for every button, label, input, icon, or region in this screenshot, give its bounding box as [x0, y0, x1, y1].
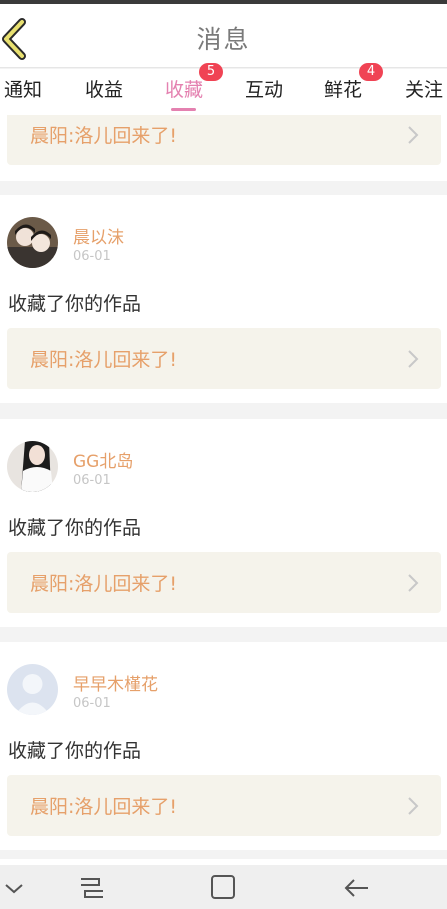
default-avatar-icon[interactable]	[7, 664, 58, 715]
work-title: 晨阳:洛儿回来了!	[30, 796, 178, 818]
work-link[interactable]: 晨阳:洛儿回来了!	[7, 552, 441, 613]
work-link[interactable]: 晨阳:洛儿回来了!	[7, 775, 441, 836]
work-title: 晨阳:洛儿回来了!	[30, 125, 178, 147]
page-title: 消息	[196, 25, 251, 54]
back-nav-button[interactable]	[342, 875, 372, 901]
tab-label: 关注	[405, 79, 444, 101]
favorites-badge: 5	[199, 63, 223, 81]
tab-notifications[interactable]: 通知	[4, 69, 42, 115]
action-text: 收藏了你的作品	[8, 740, 142, 762]
tab-label: 鲜花	[324, 79, 363, 101]
action-text: 收藏了你的作品	[8, 517, 142, 539]
recent-apps-icon	[81, 878, 103, 898]
list-item: 晨阳:洛儿回来了!	[0, 115, 447, 181]
flowers-badge: 4	[359, 63, 383, 81]
avatar[interactable]	[7, 441, 58, 492]
work-link[interactable]: 晨阳:洛儿回来了!	[7, 115, 441, 165]
tab-flowers[interactable]: 鲜花	[324, 69, 362, 115]
action-text: 收藏了你的作品	[8, 293, 142, 315]
chevron-right-icon	[408, 350, 419, 368]
back-icon	[344, 879, 368, 897]
list-item: 早早木槿花 06-01 收藏了你的作品 晨阳:洛儿回来了!	[0, 642, 447, 850]
tab-bar: 通知 收益 收藏 5 互动 鲜花 4 关注	[0, 63, 447, 115]
work-link[interactable]: 晨阳:洛儿回来了!	[7, 328, 441, 389]
timestamp: 06-01	[73, 473, 111, 488]
chevron-down-icon	[5, 884, 23, 894]
list-item: 晨以沫 06-01 收藏了你的作品 晨阳:洛儿回来了!	[0, 195, 447, 403]
work-title: 晨阳:洛儿回来了!	[30, 573, 178, 595]
username[interactable]: GG北岛	[73, 447, 133, 472]
chevron-right-icon	[408, 797, 419, 815]
tab-label: 互动	[245, 79, 284, 101]
chevron-right-icon	[408, 126, 419, 144]
avatar[interactable]	[7, 217, 58, 268]
list-item: GG北岛 06-01 收藏了你的作品 晨阳:洛儿回来了!	[0, 419, 447, 627]
home-button[interactable]	[208, 875, 238, 901]
tab-earnings[interactable]: 收益	[85, 69, 123, 115]
header: 消息	[0, 4, 447, 68]
tab-label: 收藏	[165, 79, 204, 101]
home-icon	[211, 875, 235, 899]
recent-apps-button[interactable]	[77, 875, 107, 901]
active-tab-indicator	[171, 108, 196, 111]
tab-following[interactable]: 关注	[405, 69, 443, 115]
work-title: 晨阳:洛儿回来了!	[30, 349, 178, 371]
message-feed[interactable]: 晨阳:洛儿回来了! 晨以沫 06-01 收藏了你的作品 晨阳:洛儿回来了! GG…	[0, 115, 447, 865]
tab-interactions[interactable]: 互动	[245, 69, 283, 115]
hide-nav-button[interactable]	[0, 875, 30, 901]
username[interactable]: 晨以沫	[73, 223, 124, 248]
tab-label: 通知	[4, 79, 43, 101]
system-navigation-bar	[0, 865, 447, 909]
timestamp: 06-01	[73, 249, 111, 264]
username[interactable]: 早早木槿花	[73, 670, 158, 695]
tab-label: 收益	[85, 79, 124, 101]
timestamp: 06-01	[73, 696, 111, 711]
chevron-right-icon	[408, 574, 419, 592]
